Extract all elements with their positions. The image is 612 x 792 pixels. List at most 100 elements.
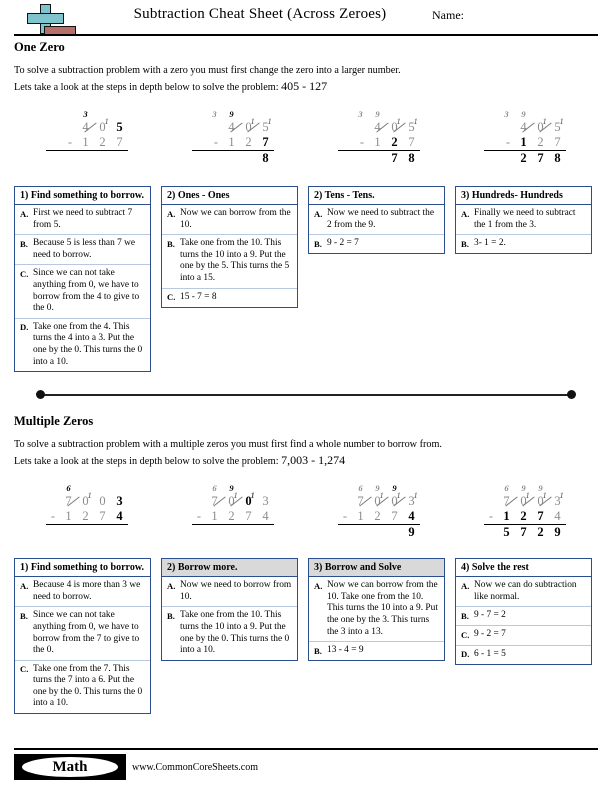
minuend-digit: 4 [223, 120, 240, 135]
answer-digit [94, 151, 111, 166]
borrow-superscript: 1 [542, 117, 547, 126]
section-one-intro: To solve a subtraction problem with a ze… [14, 64, 598, 94]
section-one-steps: 1) Find something to borrow. A. First we n… [14, 186, 598, 373]
minuend-digit: 3 [116, 494, 123, 509]
step-item-text: Since we can not take anything from 0, w… [33, 610, 140, 656]
header-divider [14, 34, 598, 37]
borrow-superscript: 1 [250, 491, 255, 501]
borrow-superscript: 1 [542, 491, 547, 501]
step-item-letter: C. [20, 664, 29, 675]
borrow-mark: 3 [358, 109, 363, 119]
step-item-letter: B. [314, 238, 322, 249]
minuend-digit: 7 [206, 494, 223, 509]
step-item-text: 6 - 1 = 5 [474, 648, 506, 659]
minuend-row: 7010131 [484, 491, 566, 509]
borrow-mark: 9 [229, 109, 234, 119]
step-item: A. Now we can borrow from the 10. [162, 205, 297, 236]
answer-digit [257, 525, 274, 540]
step-item-text: 3- 1 = 2. [474, 238, 506, 249]
borrow-marks-row: 39 [338, 108, 420, 120]
minuend-digit: 31 [408, 491, 418, 509]
step-item-letter: A. [461, 580, 470, 591]
answer-digit [223, 525, 240, 540]
borrow-mark [60, 108, 77, 120]
step-item-text: Now we need to subtract the 2 from the 9… [327, 208, 434, 230]
subtrahend-digit: 4 [262, 509, 269, 524]
step-box: 1) Find something to borrow. A. Because 4 … [14, 558, 151, 715]
borrow-superscript: 1 [267, 117, 272, 126]
minuend-digit: 4 [77, 120, 94, 135]
page-header: Subtraction Cheat Sheet (Across Zeroes) … [0, 0, 612, 37]
subtrahend-row: -1274 [46, 509, 128, 524]
step-item-text: 9 - 2 = 7 [327, 238, 359, 249]
answer-digit [77, 151, 94, 166]
borrow-mark: 6 [66, 483, 71, 494]
section-two-line1: To solve a subtraction problem with a mu… [14, 439, 442, 451]
step-box-title: 2) Borrow more. [162, 559, 297, 578]
step-item-letter: A. [314, 208, 323, 219]
borrow-mark: 6 [504, 483, 509, 494]
minuend-digit: 51 [554, 117, 564, 135]
step-item-letter: C. [461, 629, 470, 640]
answer-digit [60, 525, 77, 540]
step-item-letter: A. [314, 580, 323, 591]
step-item: B. Because 5 is less than 7 we need to bo… [15, 235, 150, 266]
subtrahend-row: -127 [484, 135, 566, 150]
step-item-text: Now we can borrow from the 10. [180, 208, 291, 230]
answer-digit [386, 525, 403, 540]
subtraction-problem: 69 701013-1274 [192, 482, 274, 544]
badge-label: Math [52, 758, 88, 775]
step-item: D. Take one from the 4. This turns the 4 … [15, 319, 150, 371]
step-item-letter: A. [20, 208, 29, 219]
minus-operator: - [213, 135, 219, 149]
step-item-text: Now we need to borrow from 10. [180, 580, 292, 602]
subtrahend-digit: 7 [537, 509, 544, 524]
subtrahend-digit: 1 [211, 509, 218, 524]
answer-digit [77, 525, 94, 540]
minus-operator: - [50, 509, 56, 524]
step-item-text: 13 - 4 = 9 [327, 645, 364, 656]
subtrahend-digit: 4 [554, 509, 561, 524]
step-item: A. Finally we need to subtract the 1 from… [456, 205, 591, 236]
section-two-line2-prefix: Lets take a look at the steps in depth b… [14, 455, 279, 467]
minuend-digit: 01 [99, 117, 109, 135]
step-item: B. 3- 1 = 2. [456, 235, 591, 253]
step-box: 2) Borrow more. A. Now we need to borrow f… [161, 558, 298, 661]
answer-digit [94, 525, 111, 540]
borrow-superscript: 1 [413, 117, 418, 126]
step-item: B. Take one from the 10. This turns the 1… [162, 607, 297, 659]
section-two-steps: 1) Find something to borrow. A. Because 4 … [14, 558, 598, 715]
subtrahend-digit: 2 [228, 509, 235, 524]
answer-row [46, 525, 128, 540]
divider-line [40, 394, 572, 396]
borrow-mark: 3 [504, 109, 509, 119]
step-box: 4) Solve the rest A. Now we can do subtrac… [455, 558, 592, 665]
subtrahend-digit: 4 [116, 509, 123, 524]
answer-digit [223, 151, 240, 166]
minus-operator: - [67, 135, 73, 149]
problem-column: 39 40151-127 78 [306, 108, 452, 170]
subtrahend-digit: 1 [82, 135, 89, 149]
step-item: C. 15 - 7 = 8 [162, 289, 297, 307]
site-url: www.CommonCoreSheets.com [132, 761, 259, 773]
borrow-superscript: 1 [233, 491, 238, 501]
subtrahend-row: -127 [192, 135, 274, 150]
step-box-title: 3) Hundreds- Hundreds [456, 187, 591, 205]
step-item-letter: D. [461, 649, 470, 659]
step-item-letter: A. [461, 208, 470, 219]
borrow-superscript: 1 [396, 491, 401, 501]
subtraction-problem: 39 40151-127278 [484, 108, 566, 170]
borrow-superscript: 1 [87, 491, 92, 501]
answer-digit: 7 [537, 151, 544, 165]
subtrahend-digit: 2 [374, 509, 381, 524]
step-item-text: Take one from the 10. This turns the 10 … [180, 610, 290, 656]
answer-digit: 8 [262, 151, 269, 165]
minuend-row: 401 51 [192, 117, 274, 135]
minuend-digit: 01 [245, 491, 255, 509]
subtraction-problem: 39 40151-127 8 [192, 108, 274, 170]
borrow-mark [111, 108, 128, 120]
minuend-digit: 01 [223, 491, 240, 509]
subtraction-problem: 699 7010131-12745729 [484, 482, 566, 544]
step-item: B. Since we can not take anything from 0,… [15, 607, 150, 661]
subtrahend-digit: 7 [391, 509, 398, 524]
